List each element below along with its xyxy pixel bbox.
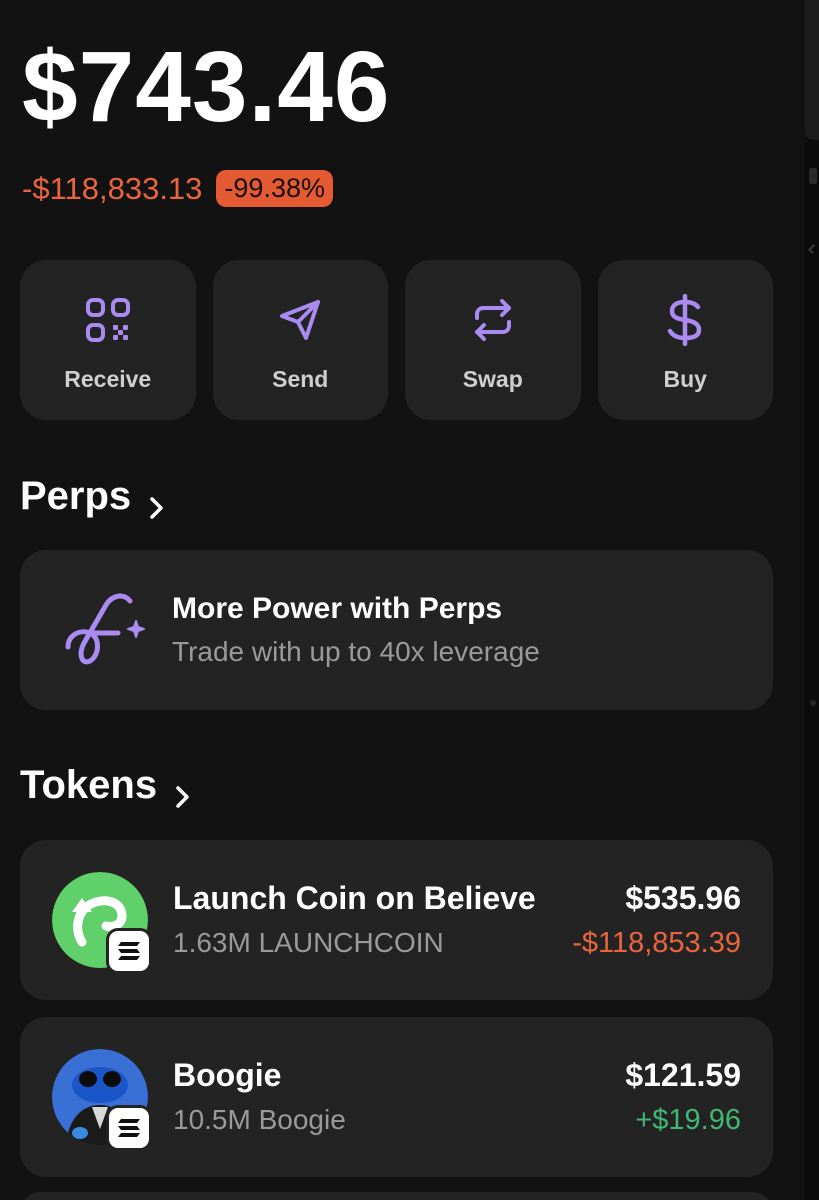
solana-chain-badge-icon — [106, 1105, 152, 1151]
token-amount: 1.63M LAUNCHCOIN — [173, 927, 444, 958]
solana-chain-badge-icon — [106, 928, 152, 974]
token-name: Launch Coin on Believe — [173, 880, 536, 916]
edge-dot — [810, 700, 816, 706]
portfolio-change-amount: -$118,833.13 — [22, 170, 203, 206]
swap-button[interactable]: Swap — [405, 260, 581, 420]
chevron-right-icon — [145, 486, 167, 519]
token-row-launchcoin[interactable]: Launch Coin on Believe 1.63M LAUNCHCOIN … — [20, 840, 773, 1000]
tokens-section-title: Tokens — [20, 763, 158, 807]
perps-icon — [60, 585, 150, 675]
token-row-boogie[interactable]: Boogie 10.5M Boogie $121.59 +$19.96 — [20, 1017, 773, 1177]
edge-chip — [805, 0, 819, 140]
edge-chevron — [808, 244, 818, 254]
token-value: $121.59 — [625, 1057, 741, 1093]
token-pnl: +$19.96 — [635, 1104, 741, 1136]
send-icon — [274, 294, 326, 346]
perps-promo-card[interactable]: More Power with Perps Trade with up to 4… — [20, 550, 773, 710]
wallet-home-screen: $743.46 -$118,833.13 -99.38% Receive Sen… — [0, 0, 819, 1200]
dollar-icon — [659, 294, 711, 346]
receive-label: Receive — [64, 366, 152, 392]
send-label: Send — [272, 366, 329, 392]
portfolio-change-row: -$118,833.13 -99.38% — [22, 170, 333, 207]
action-buttons: Receive Send Swap Buy — [20, 260, 773, 420]
chevron-right-icon — [171, 775, 193, 808]
edge-mark — [809, 168, 817, 184]
adjacent-screen-edge — [805, 0, 819, 1200]
portfolio-change-percent-badge: -99.38% — [216, 170, 333, 207]
buy-button[interactable]: Buy — [597, 260, 773, 420]
buy-label: Buy — [663, 366, 707, 392]
qr-code-icon — [82, 294, 134, 346]
token-amount: 10.5M Boogie — [173, 1104, 346, 1135]
token-value: $535.96 — [625, 880, 741, 916]
token-row-partial[interactable] — [20, 1192, 773, 1200]
perps-section-header[interactable]: Perps — [20, 474, 167, 519]
send-button[interactable]: Send — [212, 260, 388, 420]
swap-label: Swap — [462, 366, 523, 392]
token-name: Boogie — [173, 1057, 282, 1093]
token-pnl: -$118,853.39 — [572, 927, 741, 959]
perps-promo-title: More Power with Perps — [172, 592, 503, 625]
perps-promo-subtitle: Trade with up to 40x leverage — [172, 636, 540, 667]
perps-section-title: Perps — [20, 474, 132, 518]
perps-promo-text: More Power with Perps Trade with up to 4… — [172, 592, 540, 668]
portfolio-balance: $743.46 — [22, 31, 391, 143]
receive-button[interactable]: Receive — [20, 260, 196, 420]
swap-icon — [467, 294, 519, 346]
tokens-section-header[interactable]: Tokens — [20, 763, 193, 808]
